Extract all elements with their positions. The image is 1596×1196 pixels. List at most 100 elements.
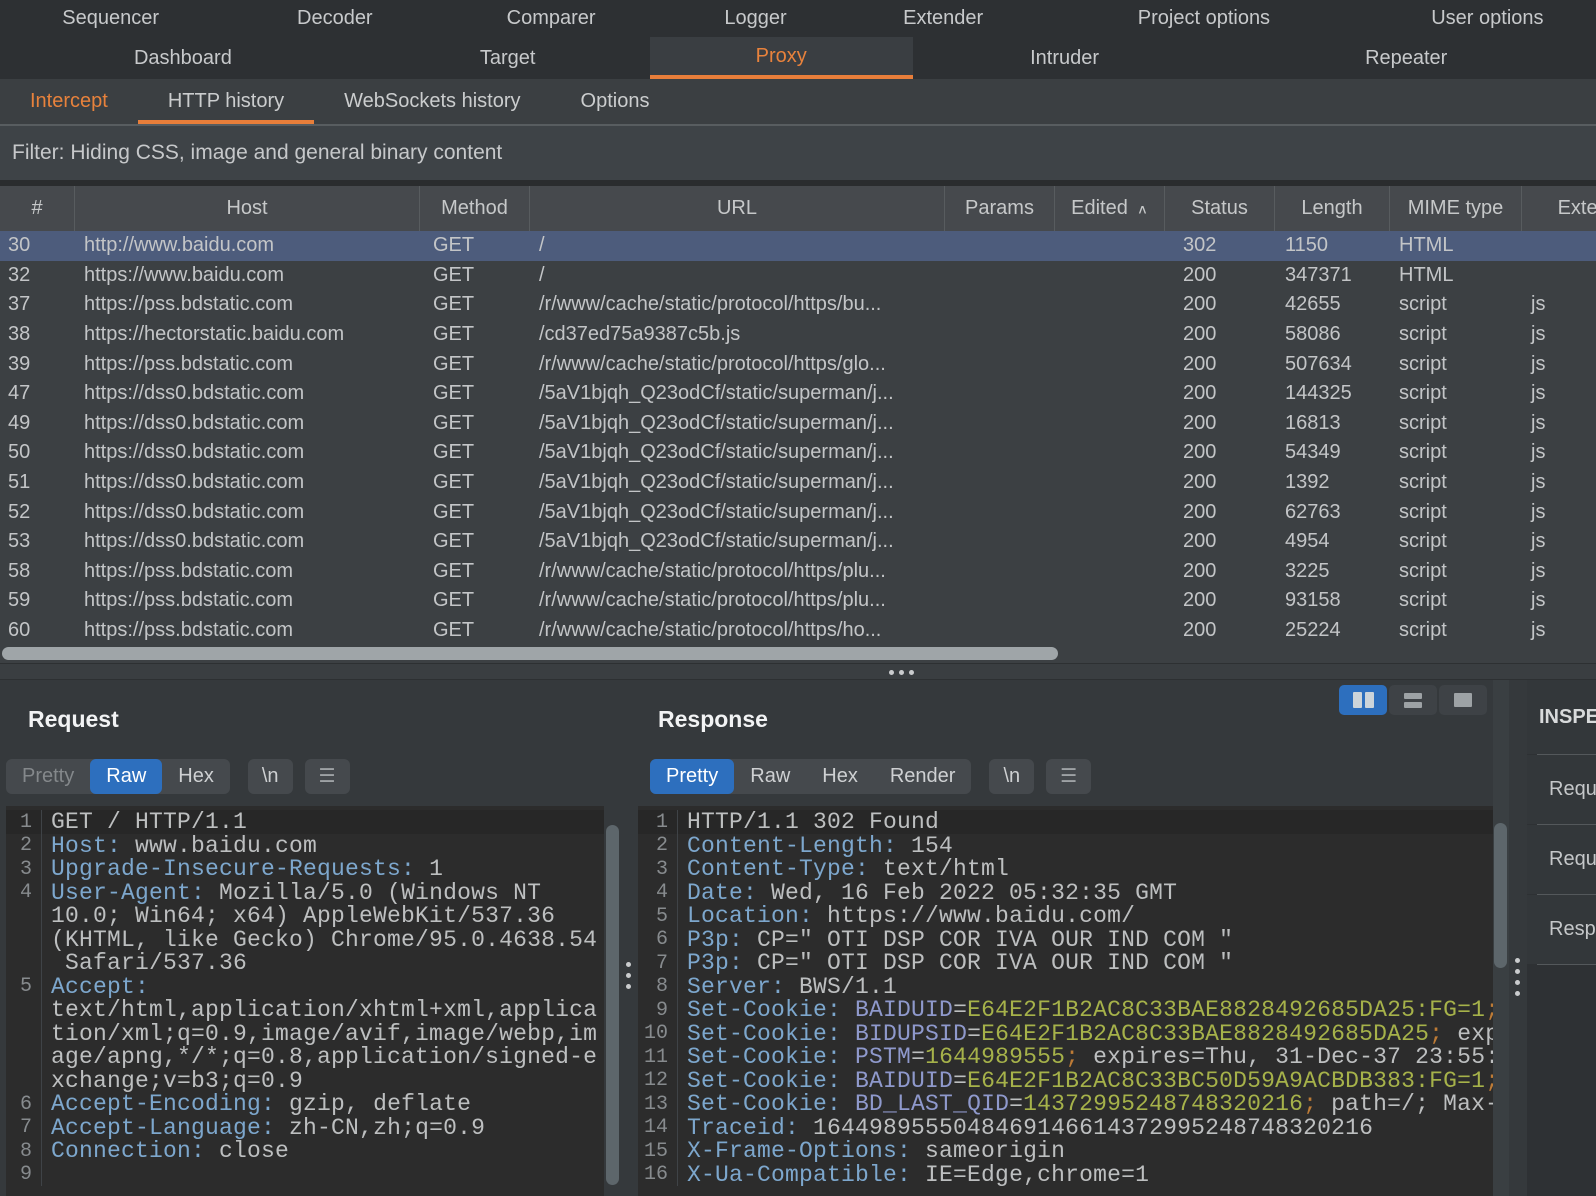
tab-sequencer[interactable]: Sequencer <box>0 0 221 37</box>
request-menu-button[interactable]: ☰ <box>305 759 350 794</box>
request-tab-pretty[interactable]: Pretty <box>6 759 90 794</box>
column-header-length[interactable]: Length <box>1275 186 1390 231</box>
table-row[interactable]: 32https://www.baidu.comGET/200347371HTML <box>0 261 1596 291</box>
tab-project-options[interactable]: Project options <box>1029 0 1379 37</box>
request-tab-hex[interactable]: Hex <box>162 759 230 794</box>
table-row[interactable]: 39https://pss.bdstatic.comGET/r/www/cach… <box>0 349 1596 379</box>
code-segment: ; <box>1065 1044 1079 1070</box>
tab-proxy[interactable]: Proxy <box>650 37 913 79</box>
column-header-extension[interactable]: Extension <box>1522 186 1596 231</box>
table-row[interactable]: 47https://dss0.bdstatic.comGET/5aV1bjqh_… <box>0 379 1596 409</box>
response-menu-button[interactable]: ☰ <box>1046 759 1091 794</box>
tab-target[interactable]: Target <box>366 37 650 79</box>
code-text: Connection: close <box>42 1138 289 1164</box>
table-row[interactable]: 60https://pss.bdstatic.comGET/r/www/cach… <box>0 616 1596 646</box>
code-text: X-Frame-Options: sameorigin <box>678 1138 1065 1164</box>
response-tab-pretty[interactable]: Pretty <box>650 759 734 794</box>
table-row[interactable]: 53https://dss0.bdstatic.comGET/5aV1bjqh_… <box>0 527 1596 557</box>
cell-ext: js <box>1522 409 1596 439</box>
cell-length: 54349 <box>1275 438 1390 468</box>
table-row[interactable]: 58https://pss.bdstatic.comGET/r/www/cach… <box>0 557 1596 587</box>
line-number: 12 <box>638 1069 668 1092</box>
table-row[interactable]: 49https://dss0.bdstatic.comGET/5aV1bjqh_… <box>0 409 1596 439</box>
response-code[interactable]: 1HTTP/1.1 302 Found2Content-Length: 1543… <box>638 806 1493 1196</box>
cell-host: https://pss.bdstatic.com <box>75 557 420 587</box>
table-row[interactable]: 37https://pss.bdstatic.comGET/r/www/cach… <box>0 290 1596 320</box>
tab-intruder[interactable]: Intruder <box>913 37 1217 79</box>
inspector-header[interactable]: INSPECTOR <box>1527 680 1596 754</box>
main-tab-row-2: Dashboard Target Proxy Intruder Repeater <box>0 37 1596 79</box>
inspector-section-response-headers[interactable]: Response Headers <box>1527 895 1596 964</box>
column-header-status[interactable]: Status <box>1165 186 1275 231</box>
cell-params <box>945 261 1055 291</box>
inspector-section-request-headers[interactable]: Request Headers <box>1527 825 1596 894</box>
column-header-number[interactable]: # <box>0 186 75 231</box>
code-segment: Server: <box>687 974 785 1000</box>
layout-columns-button[interactable] <box>1339 685 1387 715</box>
tab-repeater[interactable]: Repeater <box>1216 37 1596 79</box>
inspector-splitter[interactable] <box>1509 680 1527 1196</box>
cell-status: 200 <box>1165 438 1275 468</box>
code-text: age/apng,*/*;q=0.8,application/signed-e <box>42 1044 597 1070</box>
request-linefeed-toggle[interactable]: \n <box>248 759 293 794</box>
tab-options[interactable]: Options <box>551 79 680 124</box>
inspector-section-request-attributes[interactable]: Request Attributes <box>1527 755 1596 824</box>
tab-extender[interactable]: Extender <box>857 0 1029 37</box>
tab-http-history[interactable]: HTTP history <box>138 79 314 124</box>
table-row[interactable]: 51https://dss0.bdstatic.comGET/5aV1bjqh_… <box>0 468 1596 498</box>
response-tab-hex[interactable]: Hex <box>806 759 874 794</box>
cell-mime: script <box>1390 290 1522 320</box>
request-code[interactable]: 1GET / HTTP/1.12Host: www.baidu.com3Upgr… <box>6 806 604 1196</box>
tab-user-options[interactable]: User options <box>1379 0 1596 37</box>
code-segment: Set-Cookie: <box>687 1021 841 1047</box>
code-text: Set-Cookie: BD_LAST_QID=1437299524874832… <box>678 1091 1493 1117</box>
layout-rows-button[interactable] <box>1389 685 1437 715</box>
column-header-url[interactable]: URL <box>530 186 945 231</box>
response-linefeed-toggle[interactable]: \n <box>989 759 1034 794</box>
cell-method: GET <box>420 557 530 587</box>
cell-num: 47 <box>0 379 75 409</box>
tab-comparer[interactable]: Comparer <box>448 0 653 37</box>
table-row[interactable]: 30http://www.baidu.comGET/3021150HTML <box>0 231 1596 261</box>
layout-single-button[interactable] <box>1439 685 1487 715</box>
table-row[interactable]: 52https://dss0.bdstatic.comGET/5aV1bjqh_… <box>0 497 1596 527</box>
code-text: Date: Wed, 16 Feb 2022 05:32:35 GMT <box>678 880 1177 906</box>
tab-dashboard[interactable]: Dashboard <box>0 37 366 79</box>
response-scrollbar-thumb[interactable] <box>1494 823 1507 968</box>
table-body: 30http://www.baidu.comGET/3021150HTML32h… <box>0 231 1596 645</box>
response-tab-raw[interactable]: Raw <box>734 759 806 794</box>
tab-decoder[interactable]: Decoder <box>221 0 448 37</box>
column-header-host[interactable]: Host <box>75 186 420 231</box>
column-header-method[interactable]: Method <box>420 186 530 231</box>
cell-edited <box>1055 261 1165 291</box>
code-line: text/html,application/xhtml+xml,applica <box>6 998 604 1022</box>
code-text: Set-Cookie: BAIDUID=E64E2F1B2AC8C33BAE88… <box>678 997 1493 1023</box>
code-text: Set-Cookie: BIDUPSID=E64E2F1B2AC8C33BAE8… <box>678 1021 1493 1047</box>
cell-method: GET <box>420 438 530 468</box>
column-header-edited[interactable]: Edited∧ <box>1055 186 1165 231</box>
cell-edited <box>1055 379 1165 409</box>
code-segment: ; <box>1303 1091 1317 1117</box>
panel-splitter-horizontal[interactable] <box>0 663 1596 680</box>
table-row[interactable]: 59https://pss.bdstatic.comGET/r/www/cach… <box>0 586 1596 616</box>
code-segment: Accept-Language: <box>51 1115 275 1141</box>
cell-method: GET <box>420 527 530 557</box>
response-tab-render[interactable]: Render <box>874 759 972 794</box>
code-segment: text/html,application/xhtml+xml,applica <box>51 997 597 1023</box>
tab-logger[interactable]: Logger <box>654 0 857 37</box>
table-row[interactable]: 38https://hectorstatic.baidu.comGET/cd37… <box>0 320 1596 350</box>
inspector-section-label: Request Attributes <box>1527 778 1596 801</box>
request-scrollbar-thumb[interactable] <box>606 825 619 1185</box>
cell-ext: js <box>1522 438 1596 468</box>
tab-intercept[interactable]: Intercept <box>0 79 138 124</box>
horizontal-scrollbar-thumb[interactable] <box>2 647 1058 660</box>
table-row[interactable]: 50https://dss0.bdstatic.comGET/5aV1bjqh_… <box>0 438 1596 468</box>
cell-url: /5aV1bjqh_Q23odCf/static/superman/j... <box>530 379 945 409</box>
column-header-mime-type[interactable]: MIME type <box>1390 186 1522 231</box>
request-tab-raw[interactable]: Raw <box>90 759 162 794</box>
request-response-splitter[interactable] <box>622 680 638 1196</box>
tab-websockets-history[interactable]: WebSockets history <box>314 79 550 124</box>
column-header-params[interactable]: Params <box>945 186 1055 231</box>
line-number: 2 <box>638 834 668 857</box>
filter-bar[interactable]: Filter: Hiding CSS, image and general bi… <box>0 124 1596 180</box>
